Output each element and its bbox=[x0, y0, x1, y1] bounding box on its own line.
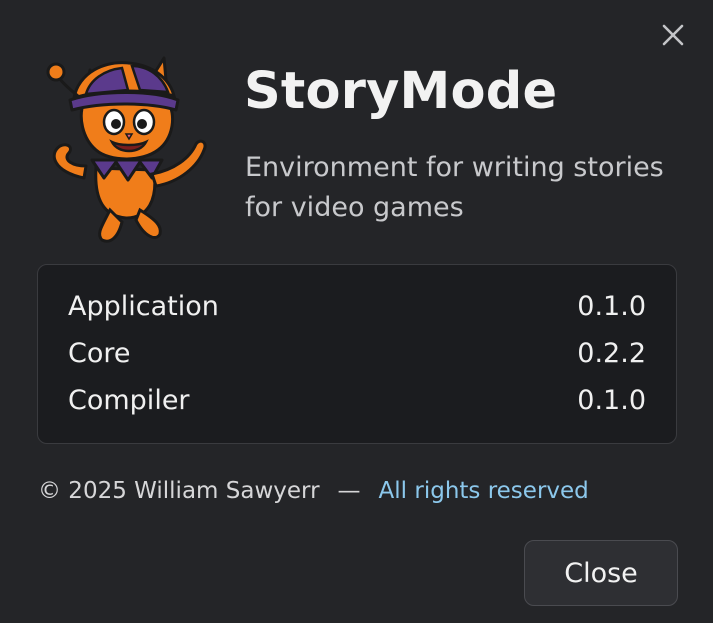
version-name: Application bbox=[68, 291, 219, 322]
version-value: 0.1.0 bbox=[577, 385, 646, 416]
all-rights-reserved-link[interactable]: All rights reserved bbox=[379, 478, 589, 504]
copyright-text: © 2025 William Sawyerr bbox=[38, 478, 320, 504]
jester-cat-mascot-icon bbox=[44, 50, 216, 246]
version-table: Application 0.1.0 Core 0.2.2 Compiler 0.… bbox=[37, 264, 677, 444]
footer-separator: — bbox=[337, 478, 361, 504]
version-row-compiler: Compiler 0.1.0 bbox=[68, 385, 646, 425]
version-row-application: Application 0.1.0 bbox=[68, 291, 646, 331]
app-description: Environment for writing stories for vide… bbox=[245, 152, 664, 223]
close-icon[interactable] bbox=[656, 18, 690, 52]
version-value: 0.1.0 bbox=[577, 291, 646, 322]
version-name: Compiler bbox=[68, 385, 190, 416]
version-row-core: Core 0.2.2 bbox=[68, 338, 646, 378]
footer: © 2025 William Sawyerr — All rights reserv… bbox=[38, 478, 589, 504]
about-dialog: StoryMode Environment for writing storie… bbox=[0, 0, 713, 623]
version-value: 0.2.2 bbox=[577, 338, 646, 369]
close-button[interactable]: Close bbox=[524, 540, 678, 606]
version-name: Core bbox=[68, 338, 131, 369]
app-title: StoryMode bbox=[244, 62, 558, 121]
